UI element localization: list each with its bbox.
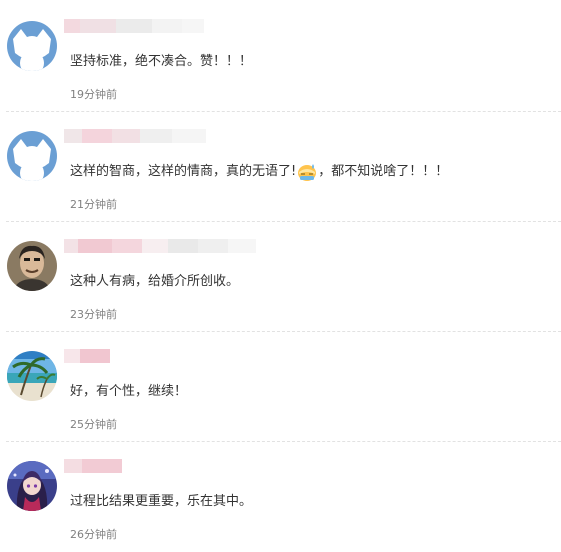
comment-text: 这样的智商，这样的情商，真的无语了! ，都不知说啥了！！！ bbox=[70, 162, 448, 182]
default-avatar-icon bbox=[7, 21, 57, 71]
username-blurred[interactable] bbox=[64, 239, 256, 253]
user-photo bbox=[7, 241, 57, 291]
sweat-emoji-icon bbox=[298, 164, 317, 181]
comment-item: 这种人有病，给婚介所创收。 23分钟前 bbox=[0, 222, 561, 332]
avatar[interactable] bbox=[7, 461, 57, 511]
anime-photo bbox=[7, 461, 57, 511]
comment-time: 21分钟前 bbox=[70, 198, 117, 211]
comment-text-part: 这样的智商，这样的情商，真的无语了! bbox=[70, 164, 297, 179]
comment-time: 25分钟前 bbox=[70, 418, 117, 431]
comment-text: 坚持标准，绝不凑合。赞！！！ bbox=[70, 54, 253, 69]
username-blurred[interactable] bbox=[64, 19, 204, 33]
comment-text: 过程比结果更重要，乐在其中。 bbox=[70, 494, 253, 509]
comment-time: 26分钟前 bbox=[70, 528, 117, 541]
comment-item: 这样的智商，这样的情商，真的无语了! ，都不知说啥了！！！ 21分钟前 bbox=[0, 112, 561, 222]
comment-item: 好，有个性，继续！ 25分钟前 bbox=[0, 332, 561, 442]
username-blurred[interactable] bbox=[64, 459, 122, 473]
avatar[interactable] bbox=[7, 351, 57, 401]
beach-photo bbox=[7, 351, 57, 401]
avatar[interactable] bbox=[7, 241, 57, 291]
comment-time: 23分钟前 bbox=[70, 308, 117, 321]
username-blurred[interactable] bbox=[64, 129, 206, 143]
comment-item: 坚持标准，绝不凑合。赞！！！ 19分钟前 bbox=[0, 2, 561, 112]
comment-time: 19分钟前 bbox=[70, 88, 117, 101]
avatar[interactable] bbox=[7, 21, 57, 71]
comment-text-part: ，都不知说啥了！！！ bbox=[318, 164, 449, 179]
default-avatar-icon bbox=[7, 131, 57, 181]
avatar[interactable] bbox=[7, 131, 57, 181]
comment-text: 这种人有病，给婚介所创收。 bbox=[70, 274, 240, 289]
comment-item: 过程比结果更重要，乐在其中。 26分钟前 bbox=[0, 442, 561, 552]
comment-text: 好，有个性，继续！ bbox=[70, 384, 188, 399]
username-blurred[interactable] bbox=[64, 349, 110, 363]
